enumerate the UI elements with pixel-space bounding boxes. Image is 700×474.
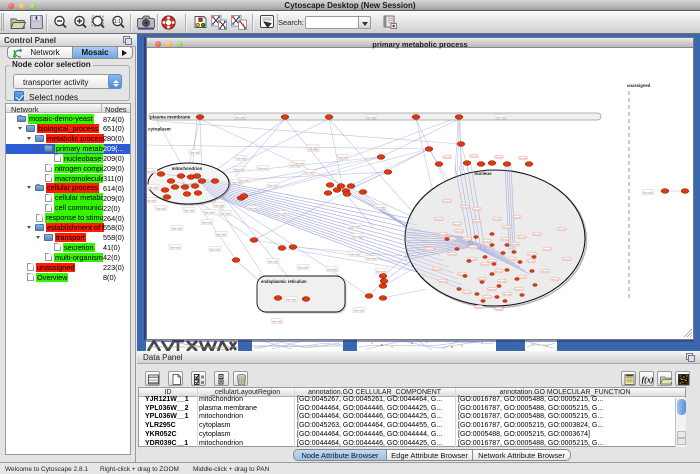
svg-text:Sw-m(l): Sw-m(l): [503, 227, 511, 229]
svg-text:Sw-m(l): Sw-m(l): [435, 219, 443, 221]
svg-text:Sw-m(l): Sw-m(l): [190, 150, 200, 154]
svg-text:Sw-m(l): Sw-m(l): [515, 289, 523, 291]
svg-text:Sw-m(l): Sw-m(l): [350, 224, 360, 228]
svg-text:Sw-m(l): Sw-m(l): [493, 219, 501, 221]
svg-text:Sw-m(l): Sw-m(l): [463, 292, 471, 294]
svg-text:1:1: 1:1: [114, 19, 121, 25]
svg-text:Sw-m(l): Sw-m(l): [286, 297, 296, 301]
svg-text:Sw-m(l): Sw-m(l): [469, 247, 477, 249]
svg-text:f(x): f(x): [642, 375, 653, 384]
svg-text:Sw-m(l): Sw-m(l): [495, 309, 503, 311]
svg-text:Sw-m(l): Sw-m(l): [294, 161, 304, 165]
svg-text:Sw-m(l): Sw-m(l): [483, 241, 491, 243]
svg-text:Sw-m(l): Sw-m(l): [277, 211, 287, 215]
svg-text:Sw-m(l): Sw-m(l): [448, 254, 456, 256]
svg-text:unassigned: unassigned: [627, 83, 651, 88]
svg-text:Sw-m(l): Sw-m(l): [503, 294, 511, 296]
svg-text:Sw-m(l): Sw-m(l): [483, 297, 491, 299]
svg-text:Sw-m(l): Sw-m(l): [214, 203, 224, 207]
svg-text:Sw-m(l): Sw-m(l): [461, 207, 469, 209]
svg-text:Sw-m(l): Sw-m(l): [268, 183, 278, 187]
svg-text:Sw-m(l): Sw-m(l): [298, 265, 308, 269]
svg-text:Sw-m(l): Sw-m(l): [172, 226, 182, 230]
svg-text:Sw-m(l): Sw-m(l): [338, 155, 348, 159]
svg-text:Sw-m(l): Sw-m(l): [204, 210, 214, 214]
svg-text:Sw-m(l): Sw-m(l): [443, 201, 451, 203]
svg-text:Sw-m(l): Sw-m(l): [518, 277, 526, 279]
svg-text:nucleus: nucleus: [474, 171, 492, 176]
svg-text:Sw-m(l): Sw-m(l): [533, 234, 541, 236]
svg-text:Sw-m(l): Sw-m(l): [443, 157, 451, 159]
svg-text:Sw-m(l): Sw-m(l): [327, 267, 337, 271]
svg-text:Sw-m(l): Sw-m(l): [463, 239, 471, 241]
svg-text:Sw-m(l): Sw-m(l): [425, 249, 433, 251]
svg-text:Sw-m(l): Sw-m(l): [352, 234, 362, 238]
svg-text:Sw-m(l): Sw-m(l): [498, 281, 506, 283]
svg-text:Sw-m(l): Sw-m(l): [258, 166, 268, 170]
svg-text:Sw-m(l): Sw-m(l): [236, 156, 246, 160]
svg-text:Sw-m(l): Sw-m(l): [643, 190, 653, 194]
svg-text:Sw-m(l): Sw-m(l): [495, 157, 503, 159]
svg-text:Sw-m(l): Sw-m(l): [216, 232, 226, 236]
svg-text:Sw-m(l): Sw-m(l): [488, 289, 496, 291]
svg-text:Sw-m(l): Sw-m(l): [563, 259, 571, 261]
svg-text:Sw-m(l): Sw-m(l): [210, 247, 220, 251]
svg-text:Sw-m(l): Sw-m(l): [376, 269, 386, 273]
svg-text:Sw-m(l): Sw-m(l): [473, 221, 481, 223]
svg-text:Sw-m(l): Sw-m(l): [508, 259, 516, 261]
svg-text:Sw-m(l): Sw-m(l): [147, 169, 156, 173]
svg-text:Sw-m(l): Sw-m(l): [475, 307, 483, 309]
svg-text:plasma membrane: plasma membrane: [150, 115, 191, 120]
svg-text:Sw-m(l): Sw-m(l): [239, 178, 249, 182]
svg-text:Sw-m(l): Sw-m(l): [496, 115, 506, 119]
svg-text:Sw-m(l): Sw-m(l): [268, 259, 278, 263]
svg-text:Sw-m(l): Sw-m(l): [156, 206, 166, 210]
svg-text:Sw-m(l): Sw-m(l): [439, 234, 447, 236]
svg-text:Sw-m(l): Sw-m(l): [448, 239, 456, 241]
svg-text:Sw-m(l): Sw-m(l): [220, 211, 230, 215]
svg-text:Sw-m(l): Sw-m(l): [518, 237, 526, 239]
svg-text:Sw-m(l): Sw-m(l): [308, 145, 318, 149]
svg-text:Sw-m(l): Sw-m(l): [439, 281, 447, 283]
svg-text:Sw-m(l): Sw-m(l): [470, 156, 478, 158]
svg-text:Sw-m(l): Sw-m(l): [366, 256, 376, 260]
svg-text:Sw-m(l): Sw-m(l): [527, 261, 535, 263]
svg-text:Sw-m(l): Sw-m(l): [543, 249, 551, 251]
svg-text:Sw-m(l): Sw-m(l): [501, 239, 509, 241]
svg-text:Sw-m(l): Sw-m(l): [234, 167, 244, 171]
svg-text:Sw-m(l): Sw-m(l): [202, 220, 212, 224]
svg-text:Sw-m(l): Sw-m(l): [495, 271, 503, 273]
svg-text:Sw-m(l): Sw-m(l): [170, 245, 180, 249]
svg-text:Sw-m(l): Sw-m(l): [354, 308, 364, 312]
svg-text:Sw-m(l): Sw-m(l): [551, 279, 559, 281]
svg-text:Sw-m(l): Sw-m(l): [519, 158, 527, 160]
svg-text:Sw-m(l): Sw-m(l): [433, 269, 441, 271]
svg-text:Sw-m(l): Sw-m(l): [511, 244, 519, 246]
svg-text:Sw-m(l): Sw-m(l): [481, 264, 489, 266]
svg-text:Sw-m(l): Sw-m(l): [235, 115, 245, 119]
svg-text:cytoplasm: cytoplasm: [148, 127, 171, 132]
svg-text:Sw-m(l): Sw-m(l): [375, 205, 385, 209]
svg-text:mitochondrion: mitochondrion: [172, 166, 203, 171]
svg-text:endoplasmic reticulum: endoplasmic reticulum: [261, 279, 307, 284]
svg-text:Sw-m(l): Sw-m(l): [350, 252, 360, 256]
svg-text:Sw-m(l): Sw-m(l): [541, 271, 549, 273]
svg-text:Sw-m(l): Sw-m(l): [513, 217, 521, 219]
svg-text:Sw-m(l): Sw-m(l): [248, 206, 258, 210]
svg-text:Sw-m(l): Sw-m(l): [453, 224, 461, 226]
svg-text:Sw-m(l): Sw-m(l): [304, 170, 314, 174]
svg-text:Sw-m(l): Sw-m(l): [455, 231, 463, 233]
svg-text:Sw-m(l): Sw-m(l): [148, 185, 158, 189]
svg-text:Sw-m(l): Sw-m(l): [558, 229, 566, 231]
svg-text:Sw-m(l): Sw-m(l): [147, 198, 156, 202]
svg-text:Sw-m(l): Sw-m(l): [473, 209, 481, 211]
svg-text:Sw-m(l): Sw-m(l): [272, 319, 282, 323]
svg-text:Sw-m(l): Sw-m(l): [184, 208, 194, 212]
svg-text:Sw-m(l): Sw-m(l): [366, 115, 376, 119]
